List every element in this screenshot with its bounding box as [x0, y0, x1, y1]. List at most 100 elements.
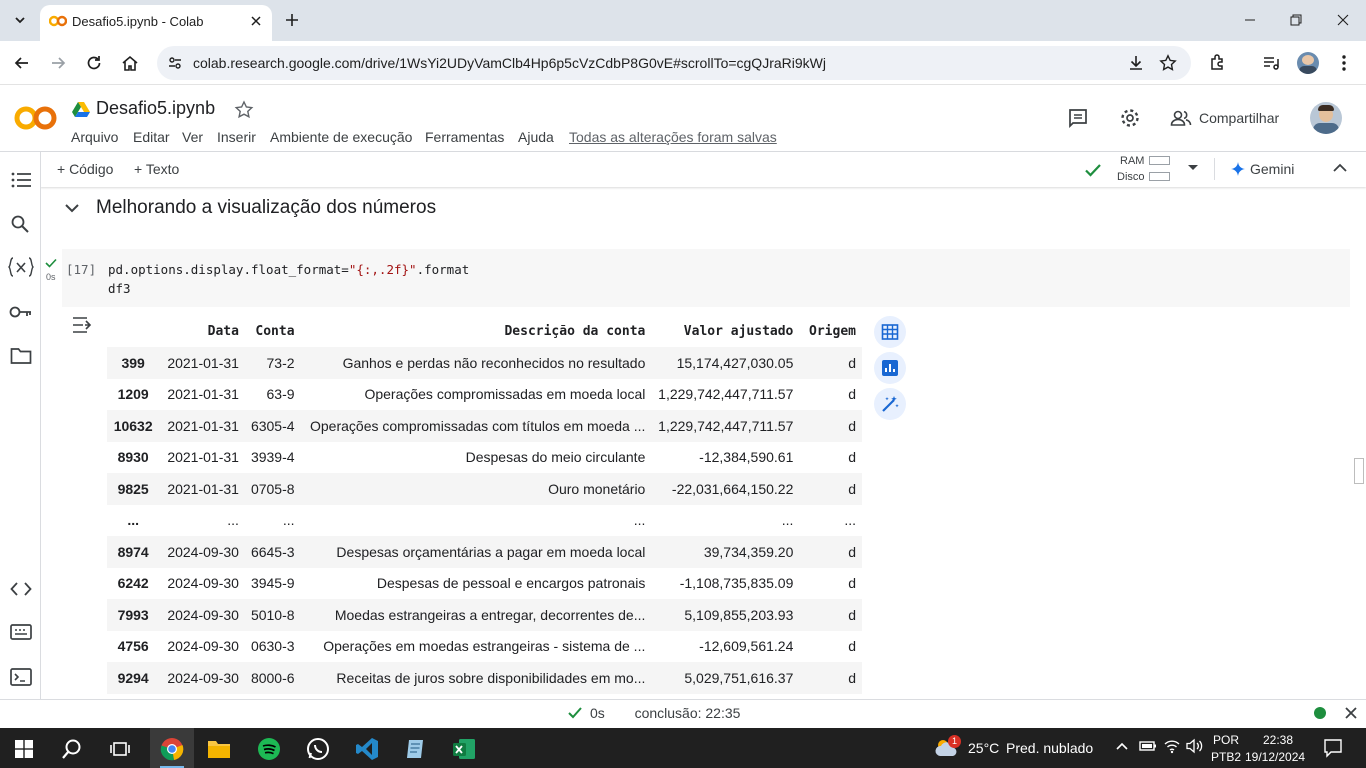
- minimize-button[interactable]: [1227, 6, 1273, 34]
- reload-button[interactable]: [84, 53, 104, 73]
- share-people-icon[interactable]: [1170, 108, 1192, 128]
- battery-icon[interactable]: [1139, 739, 1157, 753]
- settings-gear-icon[interactable]: [1119, 107, 1141, 129]
- files-folder-icon[interactable]: [10, 346, 32, 366]
- taskbar-search-button[interactable]: [52, 733, 92, 765]
- menu-ajuda[interactable]: Ajuda: [518, 129, 554, 145]
- back-button[interactable]: [12, 53, 32, 73]
- spotify-icon[interactable]: [249, 733, 289, 765]
- user-avatar[interactable]: [1310, 102, 1342, 134]
- tray-overflow-chevron-icon[interactable]: [1115, 741, 1129, 751]
- output-clear-icon[interactable]: [72, 316, 94, 334]
- close-status-icon[interactable]: [1344, 706, 1358, 720]
- bookmark-star-icon[interactable]: [1159, 54, 1177, 72]
- vscode-icon[interactable]: [347, 733, 387, 765]
- language-top[interactable]: POR: [1213, 733, 1239, 747]
- restore-button[interactable]: [1273, 6, 1319, 34]
- clock-date[interactable]: 19/12/2024: [1245, 750, 1305, 764]
- excel-icon[interactable]: [444, 733, 484, 765]
- minimize-icon: [1245, 19, 1255, 21]
- address-bar[interactable]: colab.research.google.com/drive/1WsYi2UD…: [157, 46, 1191, 80]
- arrow-right-icon: [52, 57, 66, 69]
- close-icon: [1337, 14, 1349, 26]
- browser-tab[interactable]: Desafio5.ipynb - Colab: [40, 5, 272, 41]
- code-cell[interactable]: [62, 249, 1350, 307]
- menu-inserir[interactable]: Inserir: [217, 129, 256, 145]
- browser-menu-icon[interactable]: [1334, 53, 1354, 73]
- table-of-contents-icon[interactable]: [10, 170, 32, 190]
- volume-icon[interactable]: [1185, 738, 1203, 754]
- chrome-app-icon[interactable]: [152, 733, 192, 765]
- left-sidebar: [0, 152, 41, 699]
- code-snippets-icon[interactable]: [10, 580, 32, 598]
- forward-button[interactable]: [48, 53, 68, 73]
- table-cell: 2021-01-31: [167, 386, 239, 403]
- terminal-icon[interactable]: [10, 668, 32, 686]
- weather-temp[interactable]: 25°C: [968, 740, 999, 756]
- star-notebook-icon[interactable]: [234, 100, 254, 120]
- variables-icon[interactable]: [8, 256, 34, 278]
- table-cell: 2024-09-30: [167, 638, 239, 655]
- notebook-title[interactable]: Desafio5.ipynb: [96, 98, 215, 119]
- weather-desc[interactable]: Pred. nublado: [1006, 740, 1093, 756]
- notifications-icon[interactable]: [1323, 738, 1343, 758]
- gemini-button[interactable]: Gemini: [1250, 161, 1294, 177]
- collapse-toolbar-icon[interactable]: [1332, 162, 1348, 174]
- new-tab-button[interactable]: [282, 10, 302, 30]
- file-explorer-icon[interactable]: [199, 733, 239, 765]
- table-cell: 0630-3: [250, 638, 295, 655]
- home-button[interactable]: [120, 53, 140, 73]
- profile-avatar[interactable]: [1297, 52, 1319, 74]
- media-control-icon[interactable]: [1261, 53, 1281, 73]
- page-scrollbar-thumb[interactable]: [1354, 458, 1364, 484]
- secrets-key-icon[interactable]: [9, 304, 33, 320]
- table-cell: 6645-3: [250, 543, 295, 560]
- download-icon[interactable]: [1127, 54, 1145, 72]
- table-cell: Operações compromissadas em moeda local: [364, 386, 646, 403]
- table-header-row: Data Conta Descrição da conta Valor ajus…: [107, 316, 862, 347]
- extensions-icon[interactable]: [1208, 53, 1228, 73]
- menu-ambiente[interactable]: Ambiente de execução: [270, 129, 412, 145]
- command-palette-icon[interactable]: [10, 623, 32, 641]
- arrow-left-icon: [14, 57, 28, 69]
- windows-start-button[interactable]: [4, 733, 44, 765]
- section-collapse-icon[interactable]: [64, 201, 80, 215]
- run-success-check-icon[interactable]: [45, 258, 57, 268]
- menu-editar[interactable]: Editar: [133, 129, 170, 145]
- add-text-button[interactable]: + Texto: [134, 161, 179, 177]
- whatsapp-icon[interactable]: [298, 733, 338, 765]
- connected-check-icon[interactable]: [1083, 160, 1103, 180]
- column-header-origem: Origem: [809, 324, 856, 339]
- colab-logo[interactable]: [14, 104, 58, 132]
- table-cell: -12,384,590.61: [699, 449, 794, 466]
- suggest-charts-button[interactable]: [874, 352, 906, 384]
- save-status-link[interactable]: Todas as alterações foram salvas: [569, 129, 777, 145]
- close-tab-icon[interactable]: [250, 15, 262, 27]
- menu-ferramentas[interactable]: Ferramentas: [425, 129, 504, 145]
- language-bottom[interactable]: PTB2: [1211, 750, 1241, 764]
- status-text[interactable]: 0s conclusão: 22:35: [590, 705, 740, 721]
- runtime-dropdown-icon[interactable]: [1187, 164, 1199, 172]
- menu-ver[interactable]: Ver: [182, 129, 203, 145]
- clock-time[interactable]: 22:38: [1263, 733, 1293, 747]
- close-window-button[interactable]: [1320, 6, 1366, 34]
- convert-to-interactive-table-button[interactable]: [874, 316, 906, 348]
- notes-app-icon[interactable]: [396, 733, 436, 765]
- site-info-icon[interactable]: [167, 55, 183, 71]
- wifi-icon[interactable]: [1163, 738, 1181, 754]
- add-code-button[interactable]: + Código: [57, 161, 113, 177]
- code-line-1[interactable]: pd.options.display.float_format="{:,.2f}…: [108, 262, 469, 277]
- comments-icon[interactable]: [1067, 107, 1089, 129]
- execution-count: [17]: [66, 262, 97, 277]
- search-icon[interactable]: [10, 214, 30, 234]
- table-cell: d: [848, 480, 856, 497]
- tab-search-button[interactable]: [8, 8, 32, 32]
- code-line-2[interactable]: df3: [108, 281, 131, 296]
- generate-code-button[interactable]: [874, 388, 906, 420]
- table-row: 8974 2024-09-30 6645-3 Despesas orçamentári…: [107, 536, 862, 568]
- ram-bar: [1149, 156, 1170, 165]
- gemini-sparkle-icon[interactable]: [1231, 162, 1245, 176]
- task-view-button[interactable]: [100, 733, 140, 765]
- share-button[interactable]: Compartilhar: [1199, 110, 1279, 126]
- menu-arquivo[interactable]: Arquivo: [71, 129, 118, 145]
